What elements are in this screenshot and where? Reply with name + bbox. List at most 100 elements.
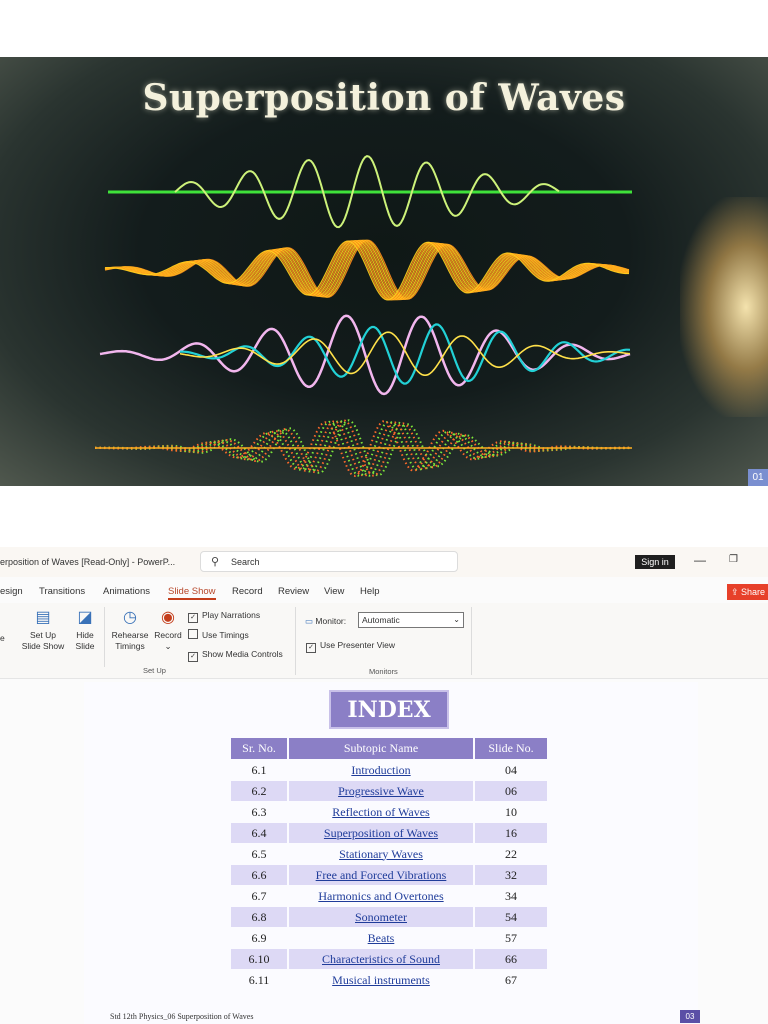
title-bar: erposition of Waves [Read-Only] - PowerP… — [0, 547, 768, 577]
play-narrations-label: Play Narrations — [202, 610, 261, 620]
show-media-controls-label: Show Media Controls — [202, 649, 283, 659]
cell-slide-no: 67 — [505, 972, 517, 987]
cell-subtopic-link[interactable]: Sonometer — [289, 907, 473, 927]
search-icon: ⚲ — [211, 556, 220, 568]
cell-sr-no: 6.10 — [231, 949, 287, 969]
header-slide-no: Slide No. — [475, 738, 547, 759]
record-label: Record — [154, 630, 182, 640]
chevron-down-icon: ⌄ — [164, 641, 172, 651]
table-row: 6.11 Musical instruments 67 — [231, 970, 547, 990]
ribbon-divider — [295, 607, 296, 675]
timer-icon: ◷ — [123, 609, 137, 626]
ribbon-tabs: esign Transitions Animations Slide Show … — [0, 583, 768, 603]
tab-help[interactable]: Help — [360, 586, 380, 597]
cyan-wave — [179, 323, 631, 385]
cell-slide-no: 54 — [475, 907, 547, 927]
cell-subtopic-link[interactable]: Characteristics of Sound — [289, 949, 473, 969]
share-icon: ⇪ — [731, 587, 742, 597]
set-up-slide-show-button[interactable]: ▤ Set Up Slide Show — [20, 609, 66, 652]
cell-sr-no: 6.4 — [231, 823, 287, 843]
tab-slide-show[interactable]: Slide Show — [168, 586, 216, 600]
index-table: Sr. No. Subtopic Name Slide No. 6.1 Intro… — [229, 737, 549, 991]
sign-in-button[interactable]: Sign in — [635, 555, 675, 569]
table-header-row: Sr. No. Subtopic Name Slide No. — [231, 738, 547, 759]
index-slide[interactable]: INDEX Sr. No. Subtopic Name Slide No. 6.… — [84, 682, 700, 1024]
record-button[interactable]: ◉ Record ⌄ — [152, 609, 184, 652]
table-row: 6.4 Superposition of Waves 16 — [231, 823, 547, 843]
rehearse-timings-button[interactable]: ◷ Rehearse Timings — [110, 609, 150, 652]
set-up-label-2: Slide Show — [21, 641, 65, 651]
table-row: 6.6 Free and Forced Vibrations 32 — [231, 865, 547, 885]
tab-transitions[interactable]: Transitions — [39, 586, 85, 597]
cell-sr-no: 6.1 — [251, 762, 267, 777]
checkbox-play-narrations: ✓ — [188, 613, 198, 623]
tab-record[interactable]: Record — [232, 586, 263, 597]
tab-design[interactable]: esign — [0, 586, 23, 597]
hide-slide-button[interactable]: ◪ Hide Slide — [71, 609, 99, 652]
cell-sr-no: 6.8 — [231, 907, 287, 927]
slide-number-badge: 01 — [748, 469, 768, 486]
cell-slide-no: 10 — [505, 804, 517, 819]
checkbox-use-timings — [188, 629, 198, 639]
header-subtopic-name: Subtopic Name — [289, 738, 473, 759]
cell-slide-no: 34 — [505, 888, 517, 903]
cell-sr-no: 6.6 — [231, 865, 287, 885]
yellow-wave — [179, 331, 631, 376]
share-button[interactable]: ⇪ Share — [727, 584, 768, 600]
record-icon: ◉ — [161, 609, 175, 626]
minimize-icon[interactable]: — — [694, 553, 706, 567]
ribbon-divider — [471, 607, 472, 675]
document-title: erposition of Waves [Read-Only] - PowerP… — [0, 557, 176, 567]
monitor-value: Automatic — [362, 615, 400, 625]
cell-subtopic-link[interactable]: Harmonics and Overtones — [289, 886, 473, 906]
chevron-down-icon: ⌄ — [453, 615, 460, 624]
play-narrations-checkbox[interactable]: ✓ Play Narrations — [188, 610, 260, 623]
ribbon-slide-show: e ▤ Set Up Slide Show ◪ Hide Slide ◷ Reh… — [0, 603, 768, 679]
table-row: 6.1 Introduction 04 — [231, 760, 547, 780]
cell-sr-no: 6.3 — [251, 804, 267, 819]
set-up-label-1: Set Up — [30, 630, 56, 640]
checkbox-use-presenter-view: ✓ — [306, 643, 316, 653]
monitor-dropdown[interactable]: Automatic ⌄ — [358, 612, 464, 628]
cell-subtopic-link[interactable]: Free and Forced Vibrations — [289, 865, 473, 885]
use-timings-label: Use Timings — [202, 630, 249, 640]
hide-slide-label-2: Slide — [75, 641, 95, 651]
table-row: 6.3 Reflection of Waves 10 — [231, 802, 547, 822]
show-media-controls-checkbox[interactable]: ✓ Show Media Controls — [188, 649, 283, 662]
restore-icon[interactable]: ❐ — [729, 554, 738, 565]
use-presenter-view-checkbox[interactable]: ✓ Use Presenter View — [306, 640, 395, 653]
powerpoint-window: erposition of Waves [Read-Only] - PowerP… — [0, 547, 768, 1024]
cell-subtopic-link[interactable]: Superposition of Waves — [289, 823, 473, 843]
checkbox-show-media-controls: ✓ — [188, 652, 198, 662]
slide-footer: Std 12th Physics_06 Superposition of Wav… — [110, 1012, 254, 1021]
tab-view[interactable]: View — [324, 586, 344, 597]
cell-subtopic-link[interactable]: Musical instruments — [289, 970, 473, 990]
cell-slide-no: 16 — [475, 823, 547, 843]
cell-subtopic-link[interactable]: Reflection of Waves — [289, 802, 473, 822]
hide-slide-label-1: Hide — [76, 630, 94, 640]
table-row: 6.9 Beats 57 — [231, 928, 547, 948]
ribbon-divider — [104, 607, 105, 667]
slide-title: Superposition of Waves — [142, 77, 626, 119]
cell-slide-no: 06 — [475, 781, 547, 801]
tab-review[interactable]: Review — [278, 586, 309, 597]
rehearse-label-2: Timings — [115, 641, 145, 651]
search-box[interactable]: ⚲ Search — [200, 551, 458, 572]
cell-subtopic-link[interactable]: Progressive Wave — [289, 781, 473, 801]
cell-slide-no: 66 — [475, 949, 547, 969]
tab-animations[interactable]: Animations — [103, 586, 150, 597]
set-up-group-label: Set Up — [143, 666, 166, 675]
table-row: 6.10 Characteristics of Sound 66 — [231, 949, 547, 969]
search-placeholder: Search — [231, 557, 260, 567]
cell-subtopic-link[interactable]: Introduction — [289, 760, 473, 780]
table-row: 6.8 Sonometer 54 — [231, 907, 547, 927]
monitor-label: ▭ Monitor: — [305, 616, 346, 627]
monitor-icon: ▭ — [305, 616, 314, 626]
monitor-text: Monitor: — [315, 616, 347, 626]
cell-subtopic-link[interactable]: Beats — [289, 928, 473, 948]
share-label: Share — [741, 587, 766, 597]
table-row: 6.7 Harmonics and Overtones 34 — [231, 886, 547, 906]
use-timings-checkbox[interactable]: Use Timings — [188, 629, 249, 640]
cell-subtopic-link[interactable]: Stationary Waves — [289, 844, 473, 864]
header-sr-no: Sr. No. — [231, 738, 287, 759]
